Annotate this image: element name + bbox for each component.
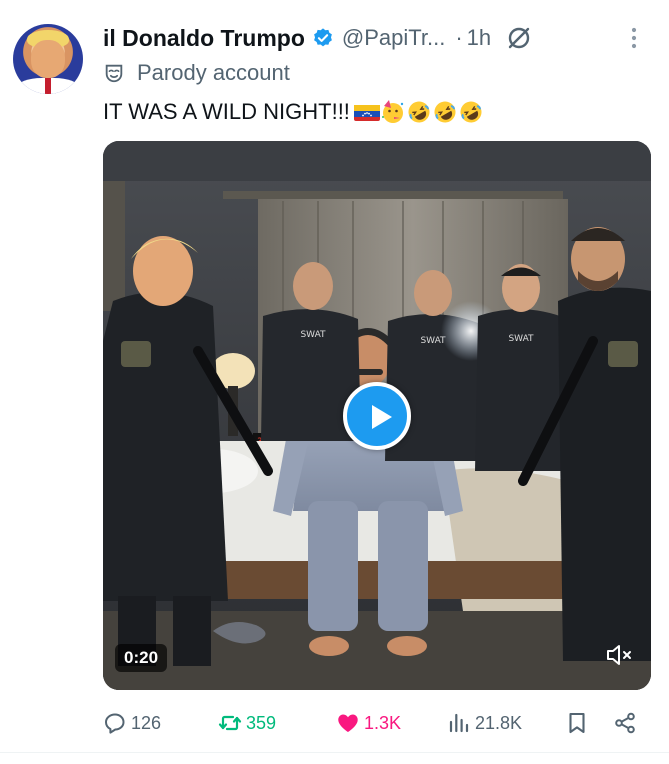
views-chart-icon xyxy=(449,713,469,733)
repost-button[interactable]: 359 xyxy=(218,706,276,740)
play-button[interactable] xyxy=(343,382,411,450)
ceiling xyxy=(103,141,651,181)
action-bar: 126 359 1.3K 21.8K xyxy=(103,706,648,740)
parody-label: Parody account xyxy=(137,60,290,85)
video-media[interactable]: 3:17 xyxy=(103,141,651,690)
tweet-text: IT WAS A WILD NIGHT!!! xyxy=(103,99,350,124)
swat-badge-3: SWAT xyxy=(508,334,534,344)
video-duration: 0:20 xyxy=(115,644,168,672)
reply-icon xyxy=(105,713,125,734)
more-options-icon[interactable] xyxy=(631,26,637,50)
mute-icon[interactable] xyxy=(605,642,635,668)
heart-filled-icon xyxy=(338,714,358,732)
avatar[interactable] xyxy=(13,24,83,94)
grok-icon[interactable] xyxy=(505,24,533,52)
tweet-header: il Donaldo Trumpo @PapiTr... · 1h xyxy=(103,18,663,58)
parody-label-row: Parody account xyxy=(103,58,290,88)
rolling-laughing-icon xyxy=(458,99,484,125)
avatar-face xyxy=(31,40,65,78)
venezuela-flag-icon xyxy=(353,103,380,121)
like-button[interactable]: 1.3K xyxy=(336,706,401,740)
curtain-rod xyxy=(223,191,563,199)
handle[interactable]: @PapiTr... xyxy=(342,25,445,51)
rolling-laughing-icon xyxy=(432,99,458,125)
share-icon xyxy=(615,712,635,734)
separator-dot: · xyxy=(455,25,463,50)
reply-count: 126 xyxy=(131,712,162,733)
share-button[interactable] xyxy=(613,706,637,740)
emoji-row xyxy=(353,99,484,125)
views-button[interactable]: 21.8K xyxy=(447,706,522,740)
avatar-tie xyxy=(45,78,51,94)
rolling-laughing-icon xyxy=(406,99,432,125)
timestamp[interactable]: 1h xyxy=(467,25,491,51)
views-count: 21.8K xyxy=(475,712,523,733)
verified-badge-icon xyxy=(312,27,334,49)
bookmark-icon xyxy=(569,712,585,734)
parody-mask-icon xyxy=(103,62,125,84)
play-icon xyxy=(372,405,392,429)
tweet-divider xyxy=(0,752,669,753)
repost-count: 359 xyxy=(246,712,277,733)
repost-icon xyxy=(218,715,242,731)
wall-picture xyxy=(103,181,125,311)
display-name[interactable]: il Donaldo Trumpo xyxy=(103,25,305,52)
reply-button[interactable]: 126 xyxy=(103,706,161,740)
tweet-text-row: IT WAS A WILD NIGHT!!! xyxy=(103,99,484,125)
bookmark-button[interactable] xyxy=(565,706,589,740)
like-count: 1.3K xyxy=(364,712,402,733)
tweet[interactable]: il Donaldo Trumpo @PapiTr... · 1h Parody… xyxy=(0,0,669,764)
swat-badge-1: SWAT xyxy=(300,330,326,340)
partying-face-icon xyxy=(380,99,406,125)
